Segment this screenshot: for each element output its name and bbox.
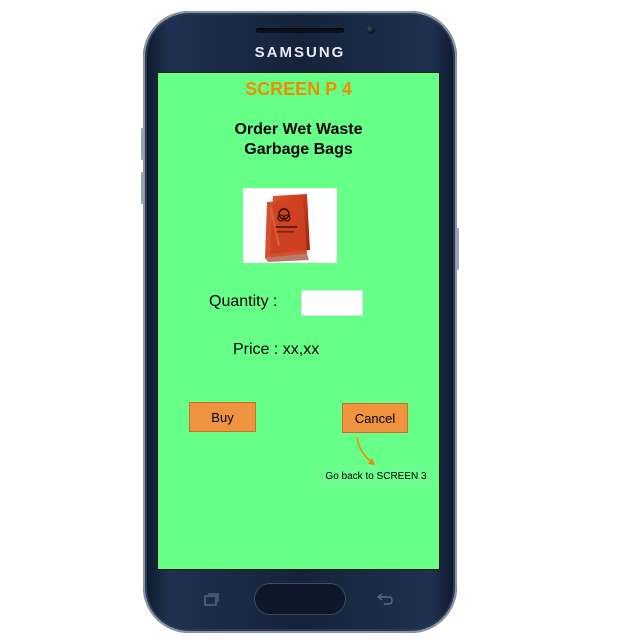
price-label: Price : xx,xx — [233, 341, 320, 358]
power-button — [456, 228, 459, 270]
recent-apps-icon[interactable] — [203, 593, 219, 607]
navigation-note: Go back to SCREEN 3 — [316, 465, 436, 489]
cancel-button[interactable]: Cancel — [342, 403, 408, 433]
volume-down-button — [141, 172, 144, 204]
quantity-input[interactable] — [301, 290, 363, 316]
buy-button[interactable]: Buy — [189, 402, 256, 432]
screen-title: SCREEN P 4 — [245, 79, 352, 99]
quantity-label: Quantity : — [209, 293, 278, 310]
earpiece-speaker — [256, 28, 344, 33]
page-heading: Order Wet Waste Garbage Bags — [158, 120, 439, 160]
volume-up-button — [141, 128, 144, 160]
back-icon[interactable] — [376, 592, 394, 606]
front-camera-icon — [366, 25, 375, 34]
brand-logo: SAMSUNG — [254, 44, 346, 61]
heading-line-2: Garbage Bags — [244, 141, 353, 158]
product-image — [243, 188, 337, 263]
heading-line-1: Order Wet Waste — [234, 121, 363, 138]
annotation-arrow-icon — [356, 436, 375, 465]
app-screen: SCREEN P 4 Order Wet Waste Garbage Bags — [157, 72, 440, 570]
home-button[interactable] — [254, 583, 346, 615]
garbage-bag-icon — [265, 194, 310, 262]
